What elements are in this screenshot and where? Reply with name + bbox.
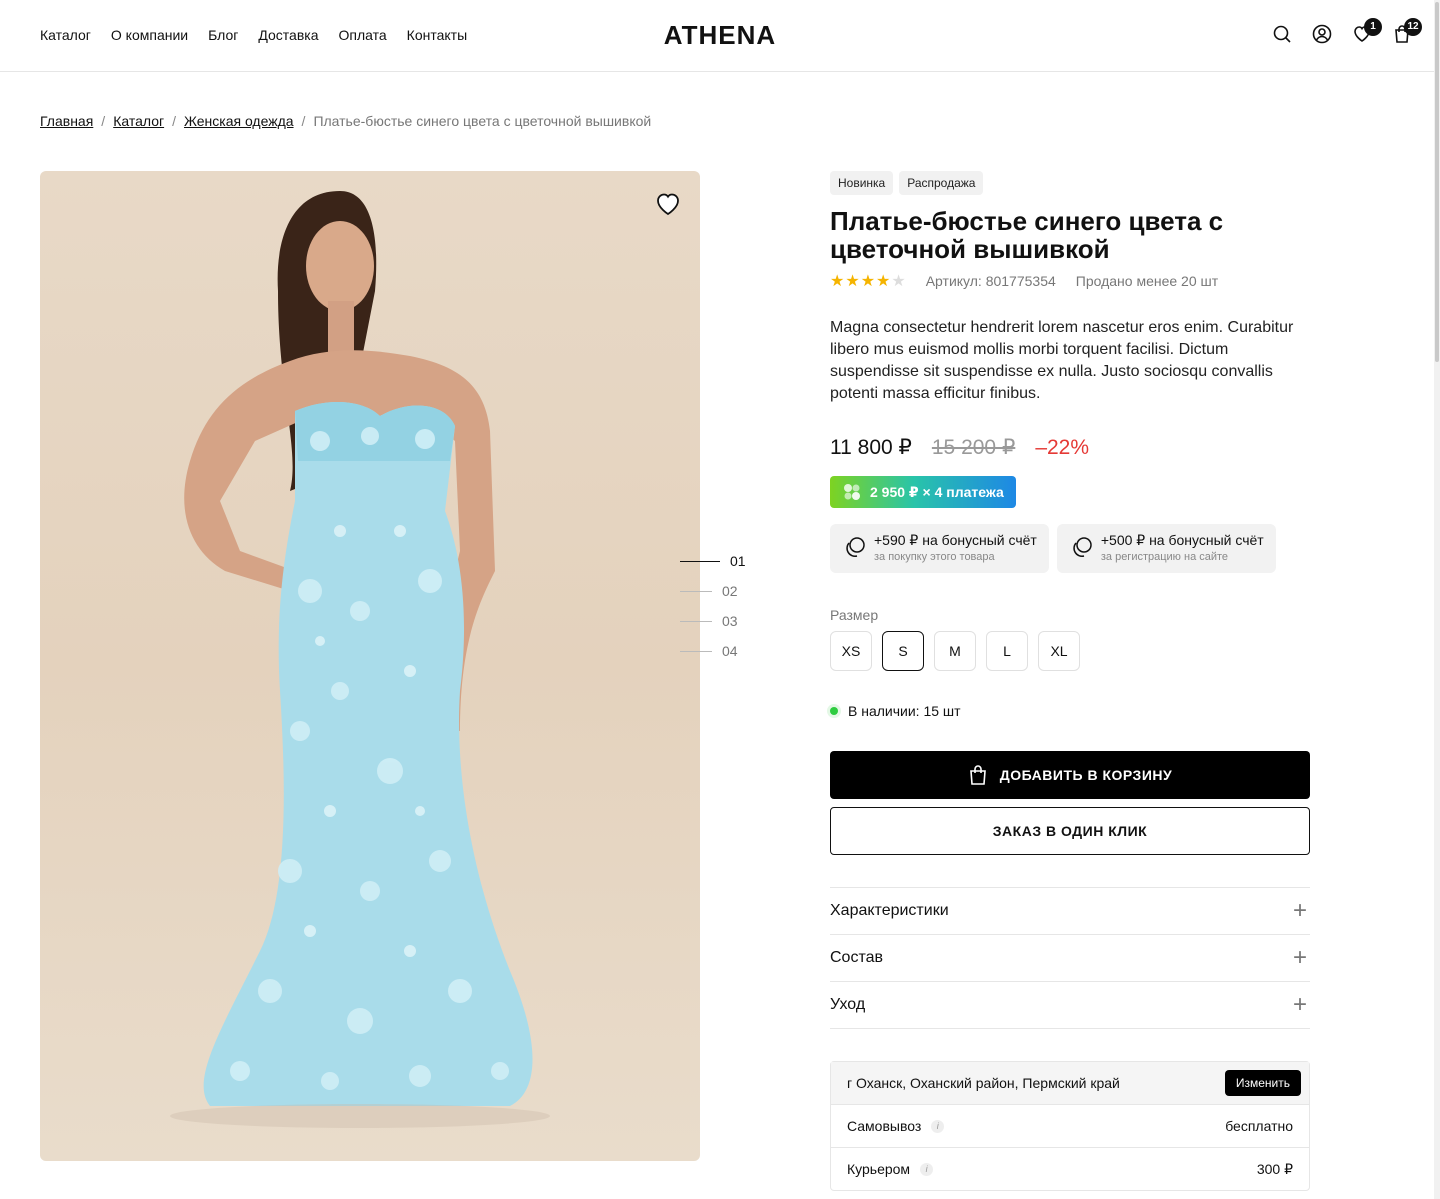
gallery-page-1[interactable]: 01 [680, 546, 746, 576]
add-to-cart-button[interactable]: ДОБАВИТЬ В КОРЗИНУ [830, 751, 1310, 799]
product-meta: ★ ★ ★ ★ ★ Артикул: 801775354 Продано менее 2… [830, 271, 1310, 291]
add-to-cart-label: ДОБАВИТЬ В КОРЗИНУ [999, 767, 1173, 783]
accordion-care[interactable]: Уход + [830, 982, 1310, 1029]
delivery-location-row: г Оханск, Оханский район, Пермский край … [831, 1062, 1309, 1104]
delivery-location: г Оханск, Оханский район, Пермский край [847, 1075, 1120, 1091]
breadcrumb-home[interactable]: Главная [40, 113, 93, 129]
bonus-purchase: +590 ₽ на бонусный счёт за покупку этого … [830, 524, 1049, 573]
delivery-option-pickup: Самовывоз i бесплатно [831, 1104, 1309, 1147]
accordion-composition[interactable]: Состав + [830, 935, 1310, 982]
gallery-pager: 01 02 03 04 [680, 546, 746, 666]
product-sku: Артикул: 801775354 [925, 273, 1056, 289]
gallery-page-4[interactable]: 04 [680, 636, 746, 666]
bonus-title: +590 ₽ на бонусный счёт [874, 532, 1037, 548]
current-price: 11 800 ₽ [830, 436, 912, 459]
breadcrumb-separator: / [101, 113, 106, 129]
price-block: 11 800 ₽ 15 200 ₽ –22% [830, 435, 1310, 460]
rating-stars: ★ ★ ★ ★ ★ [830, 271, 906, 291]
coin-icon [846, 537, 865, 557]
cart-badge: 12 [1404, 18, 1422, 36]
bonus-registration: +500 ₽ на бонусный счёт за регистрацию на… [1056, 524, 1276, 573]
cart-icon[interactable]: 12 [1392, 18, 1422, 44]
delivery-option-price: 300 ₽ [1256, 1160, 1293, 1177]
account-icon[interactable] [1312, 24, 1332, 44]
product-description: Magna consectetur hendrerit lorem nascet… [830, 319, 1294, 402]
size-label: Размер [830, 607, 879, 623]
site-logo[interactable]: ATHENA [0, 20, 1440, 51]
plus-icon: + [1292, 897, 1307, 924]
plus-icon: + [1292, 944, 1307, 971]
bonus-subtitle: за регистрацию на сайте [1100, 551, 1229, 563]
breadcrumb: Главная / Каталог / Женская одежда / Пла… [40, 113, 651, 129]
discount-percent: –22% [1035, 436, 1090, 459]
favorites-badge: 1 [1364, 18, 1382, 36]
page-scrollbar[interactable] [1434, 0, 1440, 1199]
dress-model-illustration [170, 191, 550, 1128]
product-accordion: Характеристики + Состав + Уход + [830, 887, 1310, 1029]
split-payment-icon [844, 484, 860, 500]
split-payment-badge[interactable]: 2 950 ₽ × 4 платежа [830, 476, 1016, 508]
product-sold: Продано менее 20 шт [1075, 273, 1219, 289]
bonus-cards: +590 ₽ на бонусный счёт за покупку этого … [830, 524, 1310, 573]
old-price: 15 200 ₽ [931, 436, 1016, 459]
tag-new: Новинка [830, 171, 894, 195]
breadcrumb-separator: / [301, 113, 306, 129]
split-payment-text: 2 950 ₽ × 4 платежа [870, 483, 1004, 500]
product-tags: Новинка Распродажа [830, 171, 1310, 195]
site-header: Каталог О компании Блог Доставка Оплата … [0, 0, 1440, 72]
breadcrumb-current: Платье-бюстье синего цвета с цветочной в… [313, 113, 652, 129]
delivery-box: г Оханск, Оханский район, Пермский край … [830, 1061, 1310, 1191]
search-icon[interactable] [1272, 24, 1292, 44]
star-icon: ★ [830, 273, 845, 290]
stock-text: В наличии: 15 шт [848, 703, 961, 719]
accordion-characteristics[interactable]: Характеристики + [830, 888, 1310, 935]
delivery-option-price: бесплатно [1225, 1118, 1293, 1134]
delivery-option-name: Курьером [847, 1161, 911, 1177]
plus-icon: + [1292, 991, 1307, 1018]
size-xs[interactable]: XS [830, 631, 872, 671]
scrollbar-thumb[interactable] [1435, 2, 1439, 362]
bonus-subtitle: за покупку этого товара [874, 551, 995, 563]
breadcrumb-womens[interactable]: Женская одежда [184, 113, 294, 129]
breadcrumb-separator: / [172, 113, 176, 129]
size-l[interactable]: L [986, 631, 1028, 671]
star-empty-icon: ★ [891, 273, 906, 290]
size-s[interactable]: S [882, 631, 924, 671]
bonus-title: +500 ₽ на бонусный счёт [1100, 532, 1264, 548]
star-icon: ★ [876, 273, 891, 290]
delivery-option-name: Самовывоз [847, 1118, 922, 1134]
info-icon[interactable]: i [931, 1119, 945, 1133]
product-title: Платье-бюстье синего цвета с цветочной в… [830, 206, 1224, 264]
header-icons: 1 12 [1272, 18, 1422, 44]
in-stock-dot-icon [830, 707, 838, 715]
shopping-bag-icon [969, 765, 986, 785]
coin-icon [1073, 537, 1092, 557]
gallery-page-2[interactable]: 02 [680, 576, 746, 606]
favorites-icon[interactable]: 1 [1352, 18, 1382, 44]
delivery-option-courier: Курьером i 300 ₽ [831, 1147, 1309, 1190]
one-click-order-button[interactable]: ЗАКАЗ В ОДИН КЛИК [830, 807, 1310, 855]
add-to-favorites-heart-icon[interactable] [654, 190, 682, 218]
info-icon[interactable]: i [920, 1162, 934, 1176]
size-xl[interactable]: XL [1038, 631, 1080, 671]
product-info: Новинка Распродажа Платье-бюстье синего … [830, 171, 1310, 1191]
product-photo[interactable] [40, 171, 700, 1161]
stock-status: В наличии: 15 шт [830, 703, 1310, 719]
gallery-page-3[interactable]: 03 [680, 606, 746, 636]
size-m[interactable]: M [934, 631, 976, 671]
tag-sale: Распродажа [899, 171, 984, 195]
one-click-label: ЗАКАЗ В ОДИН КЛИК [992, 823, 1148, 839]
breadcrumb-catalog[interactable]: Каталог [113, 113, 164, 129]
change-location-button[interactable]: Изменить [1224, 1070, 1301, 1096]
star-icon: ★ [845, 273, 860, 290]
star-icon: ★ [860, 273, 876, 290]
size-selector: XS S M L XL [830, 631, 1310, 671]
